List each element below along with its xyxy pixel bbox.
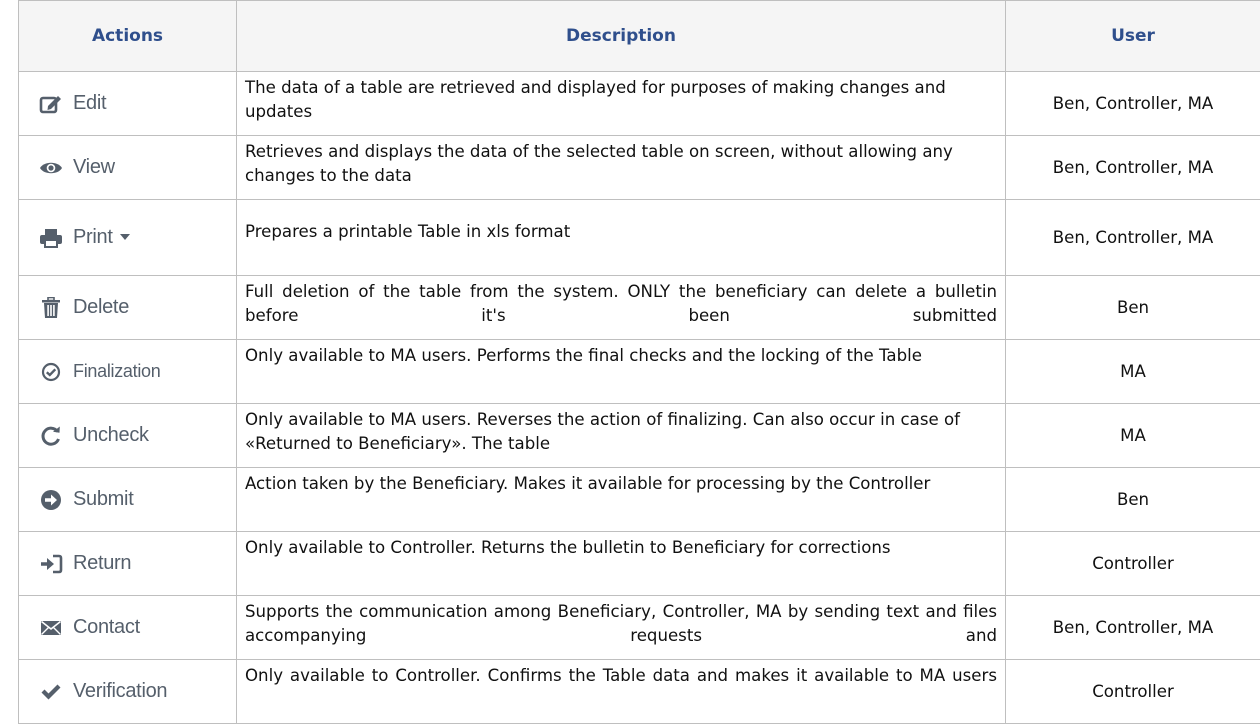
edit-icon — [37, 90, 65, 118]
finalization-button[interactable]: Finalization — [19, 358, 236, 386]
view-label: View — [73, 156, 115, 179]
verification-button[interactable]: Verification — [19, 678, 236, 706]
description-cell: Only available to MA users. Performs the… — [237, 340, 1006, 404]
check-circle-icon — [37, 358, 65, 386]
uncheck-button[interactable]: Uncheck — [19, 422, 236, 450]
description-cell: Action taken by the Beneficiary. Makes i… — [237, 468, 1006, 532]
actions-table: Actions Description User Edit The data o… — [18, 0, 1260, 724]
table-row: Verification Only available to Controlle… — [19, 660, 1260, 724]
description-cell: Only available to MA users. Reverses the… — [237, 404, 1006, 468]
print-label: Print — [73, 226, 113, 249]
user-cell: Ben — [1006, 468, 1260, 532]
contact-action-cell[interactable]: Contact — [19, 596, 237, 660]
trash-icon — [37, 294, 65, 322]
edit-button[interactable]: Edit — [19, 90, 236, 118]
checkmark-icon — [37, 678, 65, 706]
user-cell: Ben, Controller, MA — [1006, 596, 1260, 660]
return-label: Return — [73, 552, 131, 575]
table-row: Finalization Only available to MA users.… — [19, 340, 1260, 404]
user-cell: Ben — [1006, 276, 1260, 340]
delete-label: Delete — [73, 296, 129, 319]
table-header-row: Actions Description User — [19, 1, 1260, 72]
table-row: Submit Action taken by the Beneficiary. … — [19, 468, 1260, 532]
return-button[interactable]: Return — [19, 550, 236, 578]
verification-action-cell[interactable]: Verification — [19, 660, 237, 724]
print-action-cell[interactable]: Print — [19, 200, 237, 276]
rotate-icon — [37, 422, 65, 450]
user-cell: Ben, Controller, MA — [1006, 136, 1260, 200]
submit-button[interactable]: Submit — [19, 486, 236, 514]
verification-label: Verification — [73, 680, 167, 703]
uncheck-label: Uncheck — [73, 424, 149, 447]
description-cell: Prepares a printable Table in xls format — [237, 200, 1006, 276]
return-action-cell[interactable]: Return — [19, 532, 237, 596]
header-description: Description — [237, 1, 1006, 72]
user-cell: Controller — [1006, 532, 1260, 596]
delete-button[interactable]: Delete — [19, 294, 236, 322]
description-cell: The data of a table are retrieved and di… — [237, 72, 1006, 136]
header-user: User — [1006, 1, 1260, 72]
table-row: Edit The data of a table are retrieved a… — [19, 72, 1260, 136]
table-row: Print Prepares a printable Table in xls … — [19, 200, 1260, 276]
table-row: Delete Full deletion of the table from t… — [19, 276, 1260, 340]
user-cell: Ben, Controller, MA — [1006, 200, 1260, 276]
user-cell: Ben, Controller, MA — [1006, 72, 1260, 136]
table-row: Uncheck Only available to MA users. Reve… — [19, 404, 1260, 468]
user-cell: Controller — [1006, 660, 1260, 724]
chevron-down-icon[interactable] — [120, 234, 130, 240]
arrow-circle-right-icon — [37, 486, 65, 514]
description-cell: Supports the communication among Benefic… — [237, 596, 1006, 660]
contact-label: Contact — [73, 616, 140, 639]
header-actions: Actions — [19, 1, 237, 72]
table-row: Contact Supports the communication among… — [19, 596, 1260, 660]
sign-in-icon — [37, 550, 65, 578]
printer-icon — [37, 224, 65, 252]
edit-action-cell[interactable]: Edit — [19, 72, 237, 136]
description-cell: Retrieves and displays the data of the s… — [237, 136, 1006, 200]
edit-label: Edit — [73, 92, 106, 115]
envelope-icon — [37, 614, 65, 642]
table-row: View Retrieves and displays the data of … — [19, 136, 1260, 200]
contact-button[interactable]: Contact — [19, 614, 236, 642]
table-row: Return Only available to Controller. Ret… — [19, 532, 1260, 596]
eye-icon — [37, 154, 65, 182]
print-button[interactable]: Print — [19, 224, 236, 252]
finalization-label: Finalization — [73, 361, 160, 382]
user-cell: MA — [1006, 404, 1260, 468]
description-cell: Only available to Controller. Returns th… — [237, 532, 1006, 596]
delete-action-cell[interactable]: Delete — [19, 276, 237, 340]
view-button[interactable]: View — [19, 154, 236, 182]
actions-table-container: Actions Description User Edit The data o… — [18, 0, 1260, 724]
description-cell: Only available to Controller. Confirms t… — [237, 660, 1006, 724]
submit-label: Submit — [73, 488, 133, 511]
uncheck-action-cell[interactable]: Uncheck — [19, 404, 237, 468]
description-cell: Full deletion of the table from the syst… — [237, 276, 1006, 340]
submit-action-cell[interactable]: Submit — [19, 468, 237, 532]
user-cell: MA — [1006, 340, 1260, 404]
finalization-action-cell[interactable]: Finalization — [19, 340, 237, 404]
view-action-cell[interactable]: View — [19, 136, 237, 200]
